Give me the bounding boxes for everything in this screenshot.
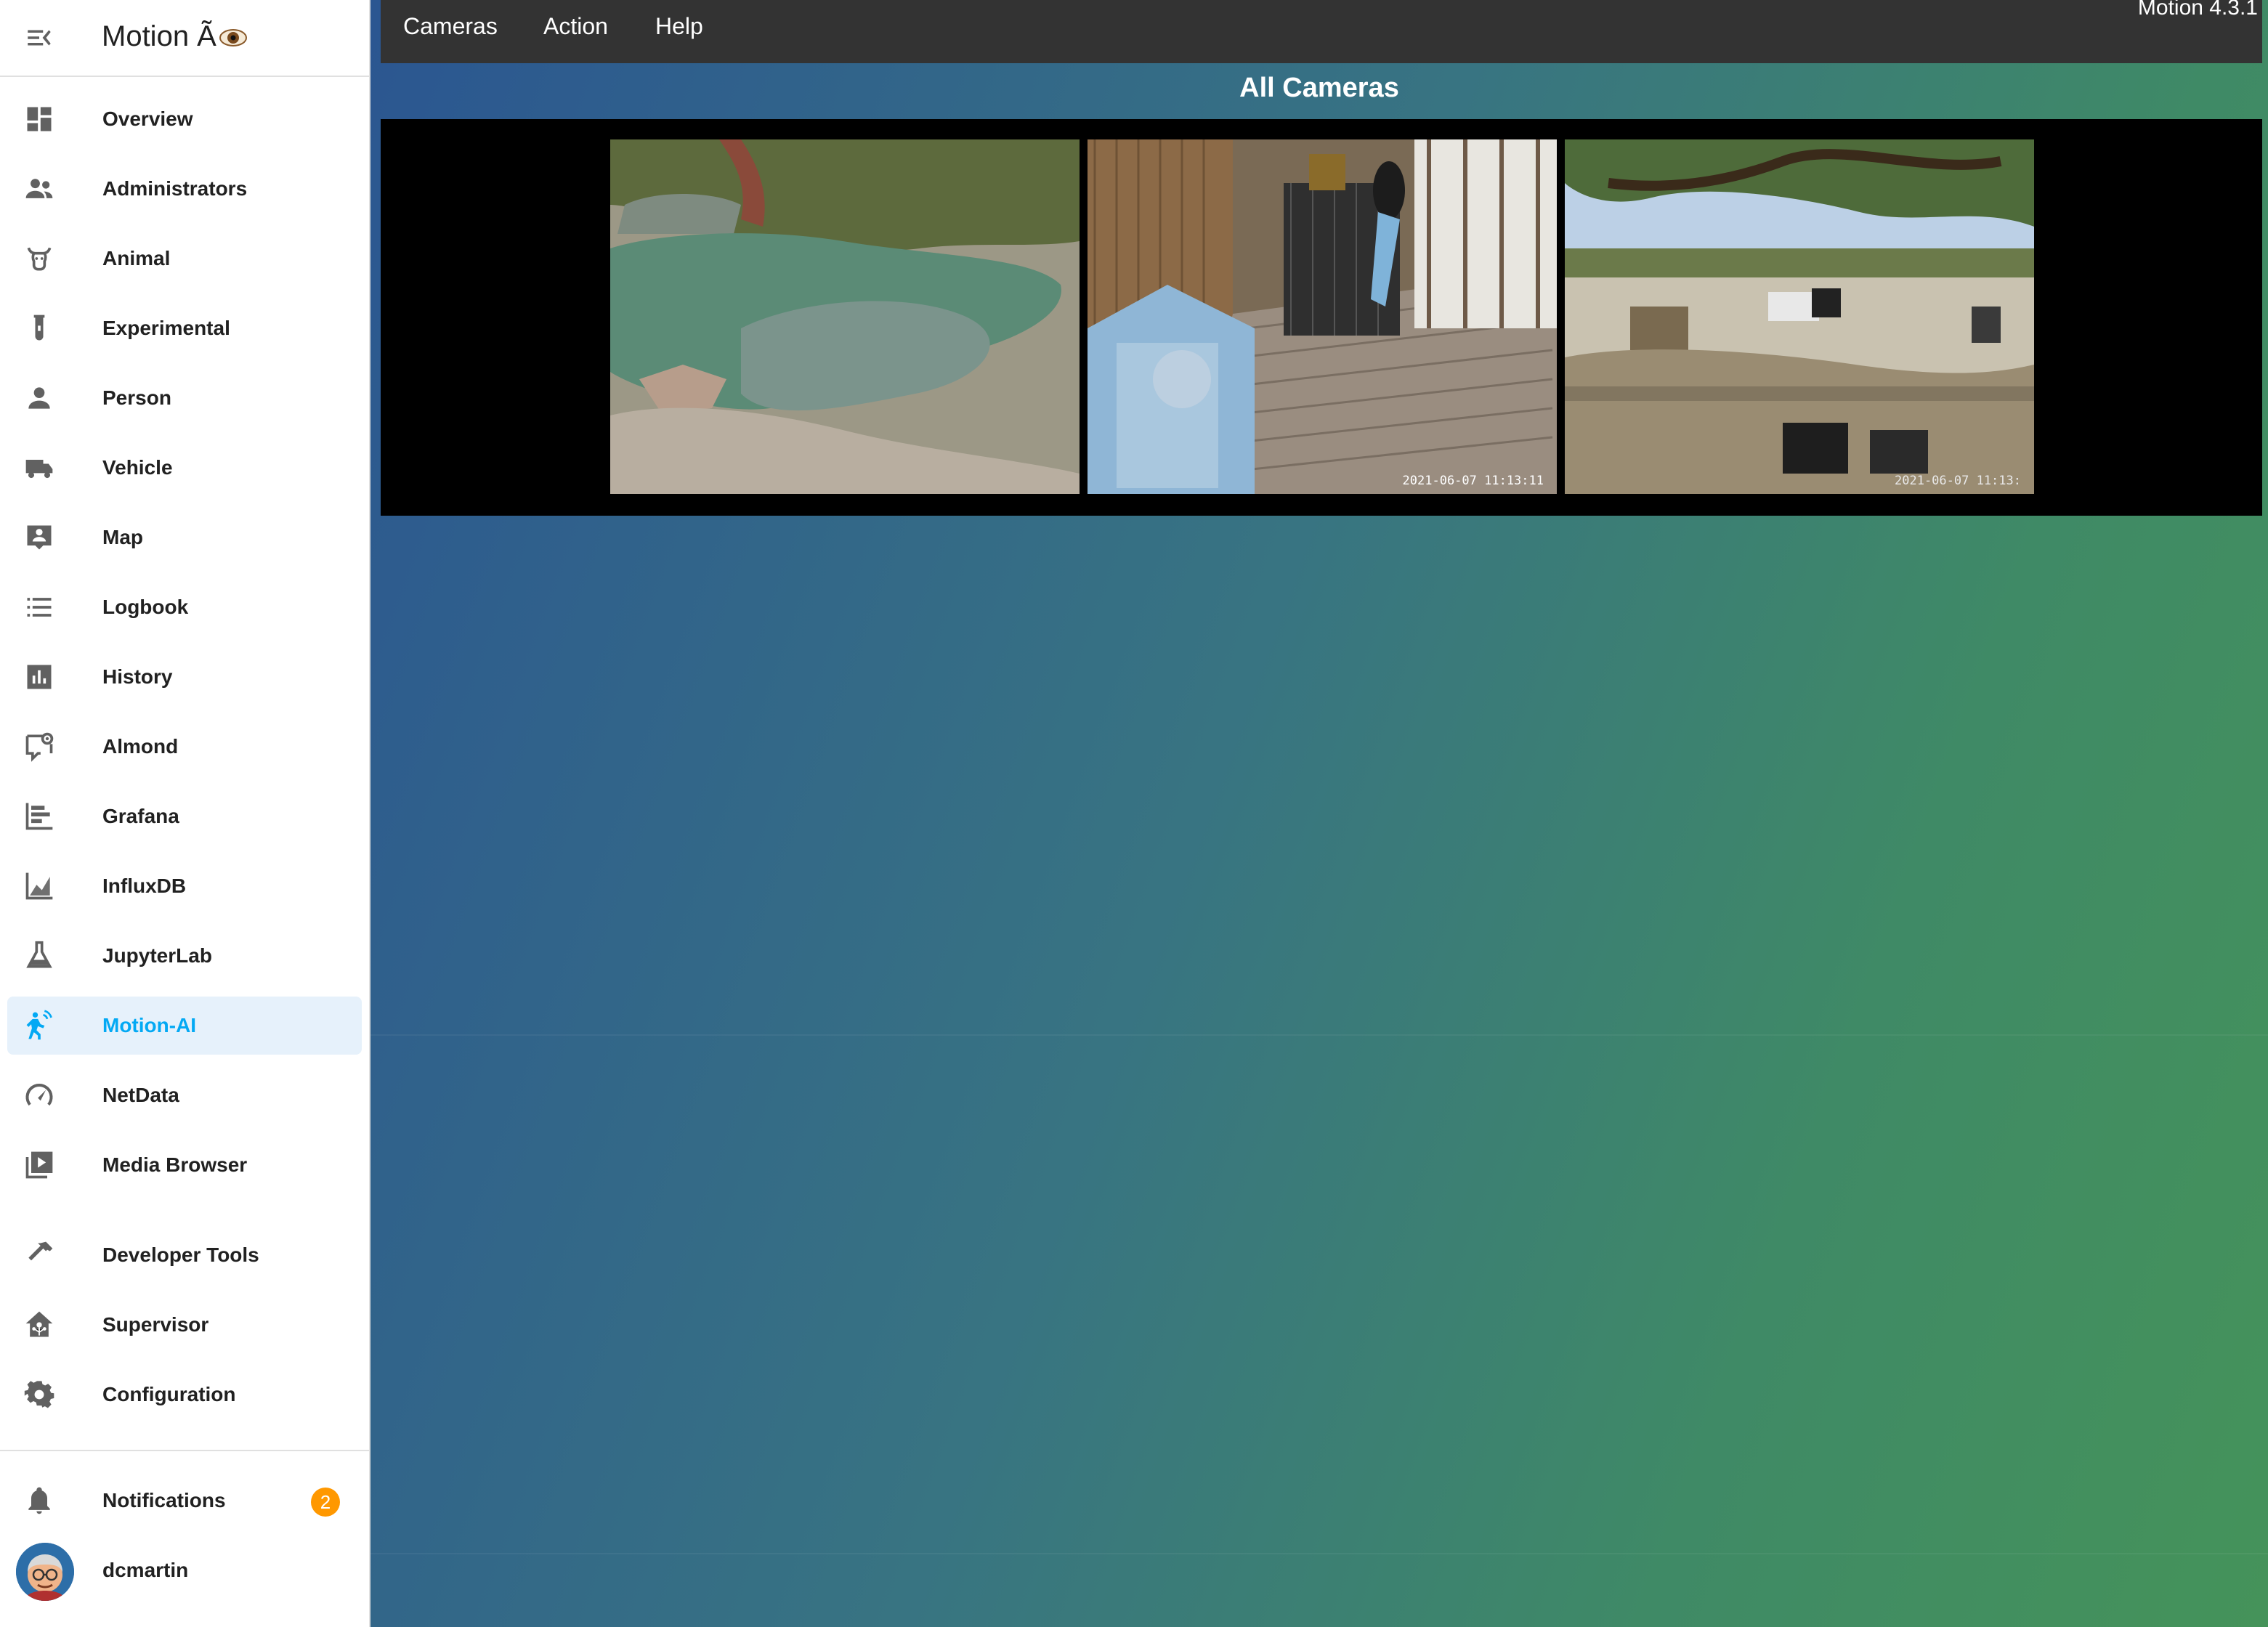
sidebar-item-developer-tools[interactable]: Developer Tools <box>7 1226 362 1284</box>
chat-eye-icon <box>25 732 54 762</box>
camera-grid: 2021-06-07 11:13:11 2021-06-07 11:13: <box>381 119 2262 516</box>
flask-icon <box>26 941 52 968</box>
menu-action[interactable]: Action <box>543 13 608 40</box>
sidebar-item-label: NetData <box>102 1084 179 1106</box>
sidebar-item-experimental[interactable]: Experimental <box>7 299 362 357</box>
sidebar-item-label: Motion-AI <box>102 1014 197 1036</box>
avatar <box>16 1543 74 1601</box>
sidebar-item-label: Administrators <box>102 177 248 200</box>
camera-timestamp: 2021-06-07 11:13:11 <box>1402 474 1544 488</box>
sidebar-item-label: Experimental <box>102 317 230 339</box>
sidebar-item-animal[interactable]: Animal <box>7 230 362 288</box>
app-title: Motion Ã <box>102 20 247 53</box>
sidebar-header: Motion Ã <box>0 0 369 77</box>
cow-icon <box>27 247 52 271</box>
account-group-icon <box>25 179 53 198</box>
sidebar-item-logbook[interactable]: Logbook <box>7 578 362 636</box>
sidebar-item-label: Person <box>102 386 171 409</box>
eye-icon <box>219 29 247 47</box>
sidebar-item-label: Configuration <box>102 1383 236 1405</box>
chart-timeline-icon <box>25 803 53 830</box>
camera-image-porch <box>1088 139 1557 494</box>
view-dashboard-icon <box>27 107 52 131</box>
menu-cameras[interactable]: Cameras <box>403 13 498 40</box>
sidebar-item-notifications[interactable]: Notifications 2 <box>7 1472 362 1530</box>
sidebar-item-label: Overview <box>102 107 193 130</box>
hammer-icon <box>28 1241 53 1261</box>
sidebar-item-grafana[interactable]: Grafana <box>7 787 362 845</box>
sidebar-item-label: History <box>102 665 173 688</box>
main-content: Cameras Action Help Motion 4.3.1 All Cam… <box>370 0 2268 1627</box>
sidebar-item-label: Vehicle <box>102 456 173 479</box>
sidebar-item-netdata[interactable]: NetData <box>7 1066 362 1124</box>
sidebar-item-overview[interactable]: Overview <box>7 90 362 148</box>
sidebar-item-label: Animal <box>102 247 171 269</box>
sidebar-item-label: InfluxDB <box>102 875 187 897</box>
play-box-multiple-icon <box>25 1151 53 1179</box>
truck-icon <box>25 460 53 479</box>
sidebar-item-supervisor[interactable]: Supervisor <box>7 1296 362 1354</box>
avatar-icon <box>16 1543 74 1601</box>
sidebar-item-jupyterlab[interactable]: JupyterLab <box>7 927 362 985</box>
sidebar-item-motion-ai[interactable]: Motion-AI <box>7 997 362 1055</box>
sidebar-item-media-browser[interactable]: Media Browser <box>7 1136 362 1194</box>
sidebar-item-label: Grafana <box>102 805 179 827</box>
sidebar-item-user[interactable]: dcmartin <box>7 1541 362 1601</box>
background-band <box>370 1553 2268 1554</box>
sidebar-divider <box>0 1450 369 1451</box>
top-menu-bar: Cameras Action Help Motion 4.3.1 <box>381 0 2262 63</box>
sidebar-item-history[interactable]: History <box>7 648 362 706</box>
sidebar-item-almond[interactable]: Almond <box>7 718 362 776</box>
sidebar-item-map[interactable]: Map <box>7 508 362 567</box>
camera-feed-porch[interactable]: 2021-06-07 11:13:11 <box>1088 139 1557 494</box>
speedometer-icon <box>25 1083 53 1106</box>
menu-toggle-icon[interactable] <box>22 23 57 53</box>
background-band <box>370 1034 2268 1036</box>
sidebar-item-label: Logbook <box>102 596 189 618</box>
version-label: Motion 4.3.1 <box>2137 0 2258 20</box>
user-name: dcmartin <box>102 1559 189 1581</box>
sidebar-item-vehicle[interactable]: Vehicle <box>7 439 362 497</box>
chart-areaspline-icon <box>25 872 53 900</box>
notification-count-badge: 2 <box>311 1488 340 1517</box>
sidebar-item-person[interactable]: Person <box>7 369 362 427</box>
sidebar-item-administrators[interactable]: Administrators <box>7 160 362 218</box>
sidebar-item-label: Almond <box>102 735 179 758</box>
bell-icon <box>28 1487 50 1514</box>
camera-timestamp: 2021-06-07 11:13: <box>1895 474 2021 488</box>
account-icon <box>28 387 50 409</box>
test-tube-icon <box>33 315 45 341</box>
sidebar-item-influxdb[interactable]: InfluxDB <box>7 857 362 915</box>
sidebar-item-label: Media Browser <box>102 1153 248 1176</box>
sidebar: Motion Ã Overview Administrators Animal … <box>0 0 370 1627</box>
map-account-icon <box>27 525 52 550</box>
camera-feed-yard[interactable]: 2021-06-07 11:13: <box>1565 139 2034 494</box>
camera-image-pool <box>610 139 1080 494</box>
sidebar-item-configuration[interactable]: Configuration <box>7 1366 362 1424</box>
motion-sensor-icon <box>26 1010 52 1040</box>
menu-help[interactable]: Help <box>655 13 703 40</box>
format-list-icon <box>27 598 52 617</box>
page-title: All Cameras <box>1239 73 1399 103</box>
camera-feed-pool[interactable] <box>610 139 1080 494</box>
sidebar-item-label: JupyterLab <box>102 944 212 967</box>
sidebar-item-label: Developer Tools <box>102 1243 259 1266</box>
camera-image-yard <box>1565 139 2034 494</box>
home-assistant-icon <box>25 1311 53 1337</box>
sidebar-item-label: Notifications <box>102 1489 226 1512</box>
sidebar-item-label: Supervisor <box>102 1313 209 1336</box>
cog-icon <box>24 1381 54 1408</box>
chart-box-icon <box>27 665 52 689</box>
sidebar-item-label: Map <box>102 526 143 548</box>
